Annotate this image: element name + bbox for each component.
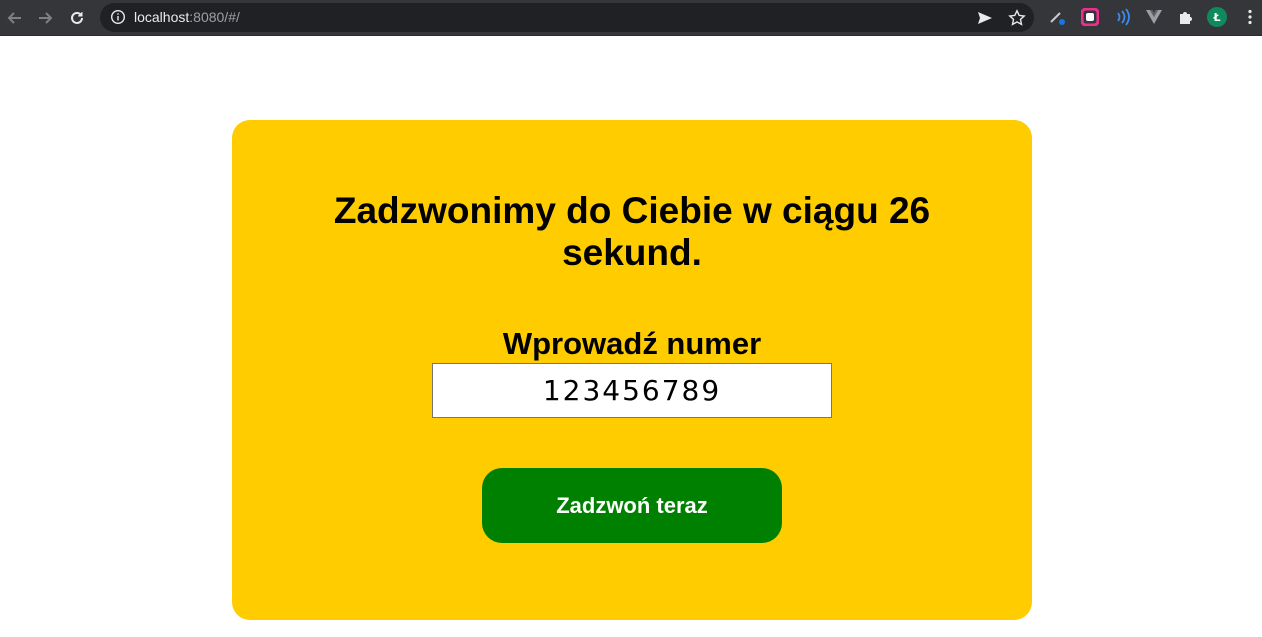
phone-label: Wprowadź numer bbox=[502, 326, 762, 361]
reload-icon bbox=[71, 11, 83, 24]
url-host: localhost bbox=[134, 9, 190, 25]
menu-button[interactable] bbox=[1240, 7, 1260, 27]
send-icon[interactable] bbox=[976, 9, 994, 27]
reload-button[interactable] bbox=[66, 7, 88, 29]
color-ring-icon bbox=[1081, 8, 1099, 26]
puzzle-icon bbox=[1180, 12, 1192, 24]
info-icon[interactable] bbox=[110, 9, 126, 25]
arrow-right-icon bbox=[39, 12, 53, 24]
url-text[interactable]: localhost:8080/#/ bbox=[134, 9, 240, 26]
page-title: Zadzwonimy do Ciebie w ciągu 26 sekund. bbox=[333, 190, 931, 273]
extensions-button[interactable] bbox=[1176, 7, 1196, 27]
arrow-left-icon bbox=[7, 12, 21, 24]
pen-icon bbox=[1050, 12, 1065, 25]
avatar: Ł bbox=[1207, 7, 1227, 27]
more-vert-icon bbox=[1248, 9, 1252, 25]
callback-card: Zadzwonimy do Ciebie w ciągu 26 sekund. … bbox=[232, 120, 1032, 620]
call-now-button[interactable]: Zadzwoń teraz bbox=[482, 468, 782, 543]
star-icon[interactable] bbox=[1008, 9, 1026, 27]
extension-colorful[interactable] bbox=[1080, 7, 1100, 27]
browser-toolbar: localhost:8080/#/ Ł bbox=[0, 0, 1262, 36]
vue-icon bbox=[1146, 10, 1162, 24]
extension-pen[interactable] bbox=[1047, 7, 1067, 27]
profile-button[interactable]: Ł bbox=[1207, 7, 1227, 27]
wave-icon bbox=[1117, 8, 1130, 26]
forward-button[interactable] bbox=[34, 7, 56, 29]
address-bar[interactable]: localhost:8080/#/ bbox=[100, 3, 1034, 32]
url-path: :8080/#/ bbox=[189, 9, 240, 25]
extension-vue[interactable] bbox=[1144, 7, 1164, 27]
extension-wave[interactable] bbox=[1112, 7, 1132, 27]
phone-input[interactable] bbox=[432, 363, 832, 418]
back-button[interactable] bbox=[4, 7, 26, 29]
